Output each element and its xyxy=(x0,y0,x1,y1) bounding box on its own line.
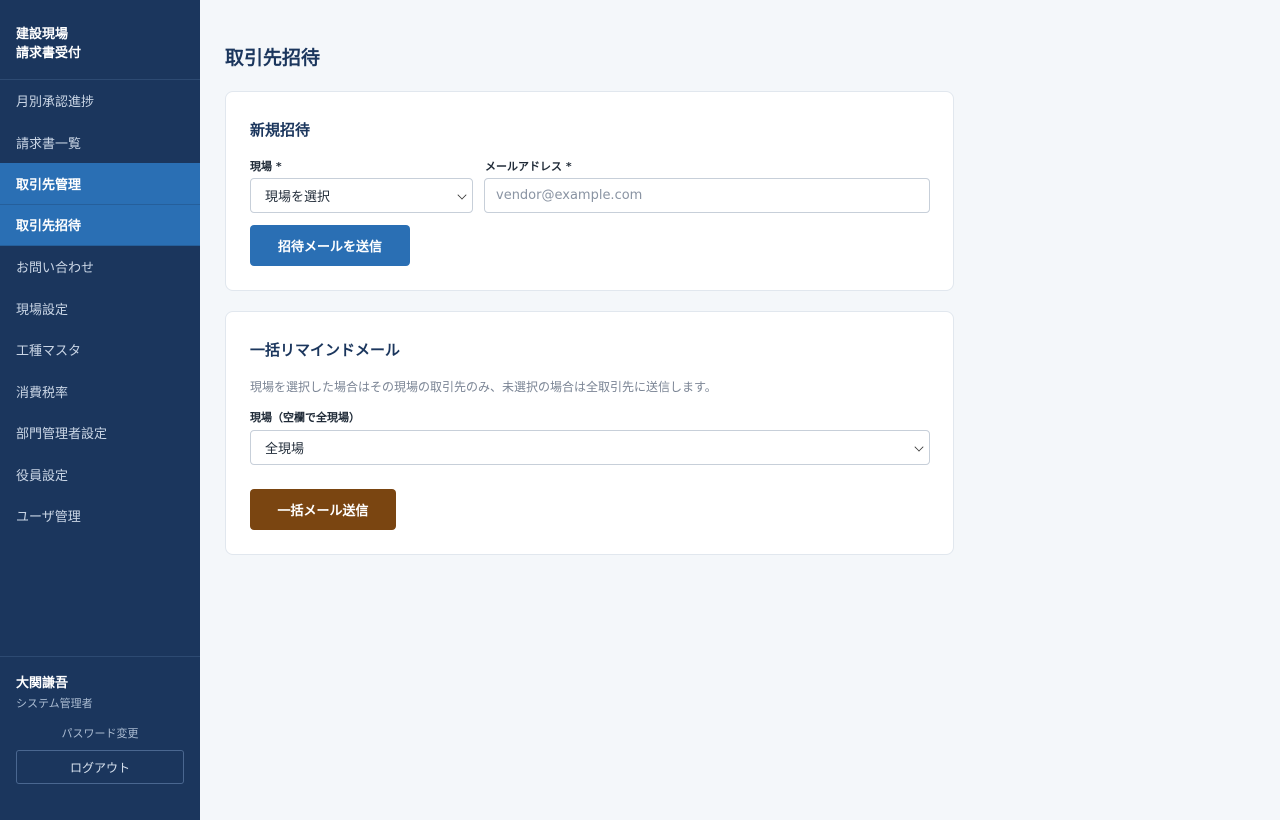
email-input[interactable] xyxy=(484,178,930,213)
send-bulk-mail-button[interactable]: 一括メール送信 xyxy=(250,489,396,530)
chevron-down-icon xyxy=(914,442,924,452)
sidebar-item-officer-settings[interactable]: 役員設定 xyxy=(0,454,200,496)
sidebar-item-trade-master[interactable]: 工種マスタ xyxy=(0,329,200,371)
sidebar-item-inquiries[interactable]: お問い合わせ xyxy=(0,246,200,288)
bulk-site-select[interactable]: 全現場 xyxy=(250,430,930,465)
sidebar-item-monthly-approval[interactable]: 月別承認進捗 xyxy=(0,80,200,122)
sidebar-item-invoice-list[interactable]: 請求書一覧 xyxy=(0,122,200,164)
sidebar-item-label: 請求書一覧 xyxy=(16,136,82,152)
brand-line-1: 建設現場 xyxy=(16,27,69,42)
sidebar-item-label: 現場設定 xyxy=(16,302,69,318)
user-role: システム管理者 xyxy=(16,697,93,710)
bulk-site-label: 現場（空欄で全現場） xyxy=(250,411,360,424)
sidebar-footer: 大関謙吾 システム管理者 パスワード変更 ログアウト xyxy=(0,656,200,820)
invite-card: 新規招待 現場 * 現場を選択 メールアドレス * 招待メールを送信 xyxy=(225,91,954,291)
bulk-site-select-value: 全現場 xyxy=(265,442,305,457)
logout-button[interactable]: ログアウト xyxy=(16,750,184,784)
send-invite-button[interactable]: 招待メールを送信 xyxy=(250,225,410,266)
sidebar-item-label: 消費税率 xyxy=(16,385,69,401)
sidebar-item-site-settings[interactable]: 現場設定 xyxy=(0,288,200,330)
sidebar-item-label: 役員設定 xyxy=(16,468,69,484)
site-label: 現場 * xyxy=(250,160,282,173)
sidebar-item-department-admin[interactable]: 部門管理者設定 xyxy=(0,412,200,454)
site-select[interactable]: 現場を選択 xyxy=(250,178,473,213)
sidebar-item-user-management[interactable]: ユーザ管理 xyxy=(0,495,200,537)
sidebar-item-label: 取引先管理 xyxy=(16,177,82,193)
sidebar-item-label: 取引先招待 xyxy=(16,219,82,235)
brand-line-2: 請求書受付 xyxy=(16,46,82,61)
sidebar: 建設現場 請求書受付 月別承認進捗 請求書一覧 取引先管理 取引先招待 お問い合… xyxy=(0,0,200,820)
page-title: 取引先招待 xyxy=(225,47,321,69)
app-brand: 建設現場 請求書受付 xyxy=(0,0,200,80)
sidebar-item-label: 部門管理者設定 xyxy=(16,427,108,443)
invite-card-title: 新規招待 xyxy=(250,121,311,139)
sidebar-item-vendor-invite[interactable]: 取引先招待 xyxy=(0,204,200,246)
bulk-remind-hint: 現場を選択した場合はその現場の取引先のみ、未選択の場合は全取引先に送信します。 xyxy=(250,380,717,394)
bulk-remind-card: 一括リマインドメール 現場を選択した場合はその現場の取引先のみ、未選択の場合は全… xyxy=(225,311,954,555)
site-select-value: 現場を選択 xyxy=(265,190,331,205)
sidebar-item-label: 工種マスタ xyxy=(16,344,82,360)
chevron-down-icon xyxy=(457,190,467,200)
sidebar-nav: 月別承認進捗 請求書一覧 取引先管理 取引先招待 お問い合わせ 現場設定 工種マ… xyxy=(0,80,200,537)
sidebar-item-vendor-management[interactable]: 取引先管理 xyxy=(0,163,200,205)
change-password-link[interactable]: パスワード変更 xyxy=(16,725,184,741)
bulk-remind-card-title: 一括リマインドメール xyxy=(250,341,401,359)
sidebar-item-label: 月別承認進捗 xyxy=(16,95,95,111)
email-label: メールアドレス * xyxy=(485,160,572,173)
sidebar-item-label: お問い合わせ xyxy=(16,261,95,277)
user-name: 大関謙吾 xyxy=(16,676,69,691)
sidebar-item-tax-rate[interactable]: 消費税率 xyxy=(0,371,200,413)
sidebar-item-label: ユーザ管理 xyxy=(16,510,81,526)
